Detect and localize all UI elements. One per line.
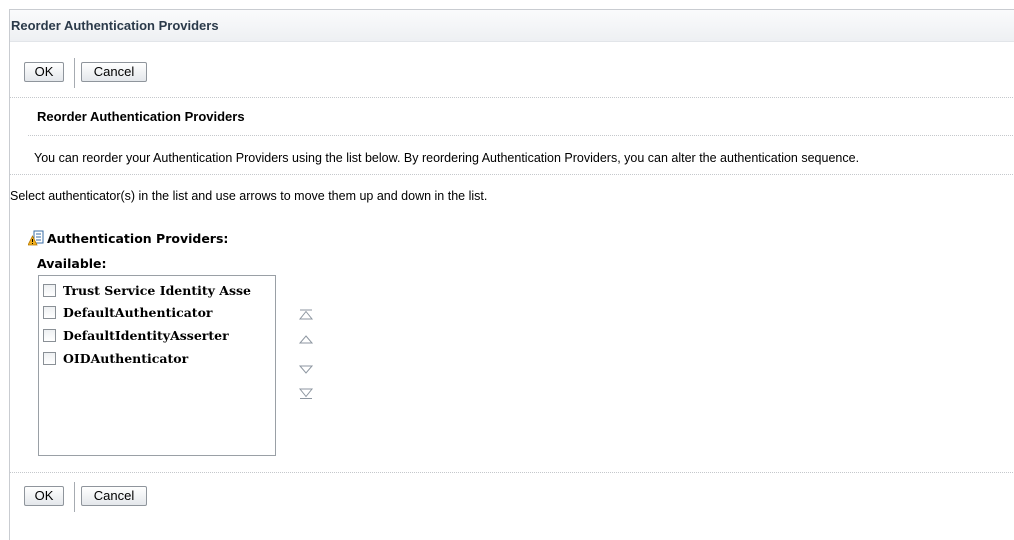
ok-button-top[interactable]: OK [24, 62, 64, 82]
checkbox[interactable] [43, 329, 56, 342]
button-separator [74, 482, 75, 512]
available-label: Available: [37, 256, 107, 271]
checkbox[interactable] [43, 352, 56, 365]
move-down-icon[interactable] [298, 363, 314, 377]
title-bar: Reorder Authentication Providers [10, 10, 1014, 42]
warning-list-icon [27, 230, 44, 249]
instruction-text: Select authenticator(s) in the list and … [10, 189, 488, 203]
divider [10, 174, 1014, 175]
divider [10, 472, 1014, 473]
divider [10, 97, 1014, 98]
providers-heading: Authentication Providers: [27, 230, 229, 249]
list-item[interactable]: OIDAuthenticator [43, 351, 188, 371]
checkbox[interactable] [43, 306, 56, 319]
cancel-button-bottom[interactable]: Cancel [81, 486, 147, 506]
list-item[interactable]: DefaultAuthenticator [43, 305, 213, 325]
move-to-bottom-icon[interactable] [298, 387, 314, 401]
divider [28, 135, 1014, 136]
checkbox[interactable] [43, 284, 56, 297]
list-item[interactable]: DefaultIdentityAsserter [43, 328, 229, 348]
move-to-top-icon[interactable] [298, 308, 314, 322]
list-item-label: Trust Service Identity Asse [63, 283, 251, 298]
list-item[interactable]: Trust Service Identity Asse [43, 283, 251, 303]
list-item-label: DefaultAuthenticator [63, 305, 213, 320]
section-description: You can reorder your Authentication Prov… [34, 151, 860, 165]
providers-listbox[interactable]: Trust Service Identity Asse DefaultAuthe… [38, 275, 276, 456]
page-title: Reorder Authentication Providers [11, 18, 219, 33]
button-separator [74, 58, 75, 88]
move-up-icon[interactable] [298, 332, 314, 346]
dialog-frame: Reorder Authentication Providers OK Canc… [9, 9, 1014, 540]
list-item-label: DefaultIdentityAsserter [63, 328, 229, 343]
providers-heading-label: Authentication Providers: [47, 231, 229, 246]
list-item-label: OIDAuthenticator [63, 351, 189, 366]
ok-button-bottom[interactable]: OK [24, 486, 64, 506]
section-title: Reorder Authentication Providers [37, 109, 245, 124]
cancel-button-top[interactable]: Cancel [81, 62, 147, 82]
